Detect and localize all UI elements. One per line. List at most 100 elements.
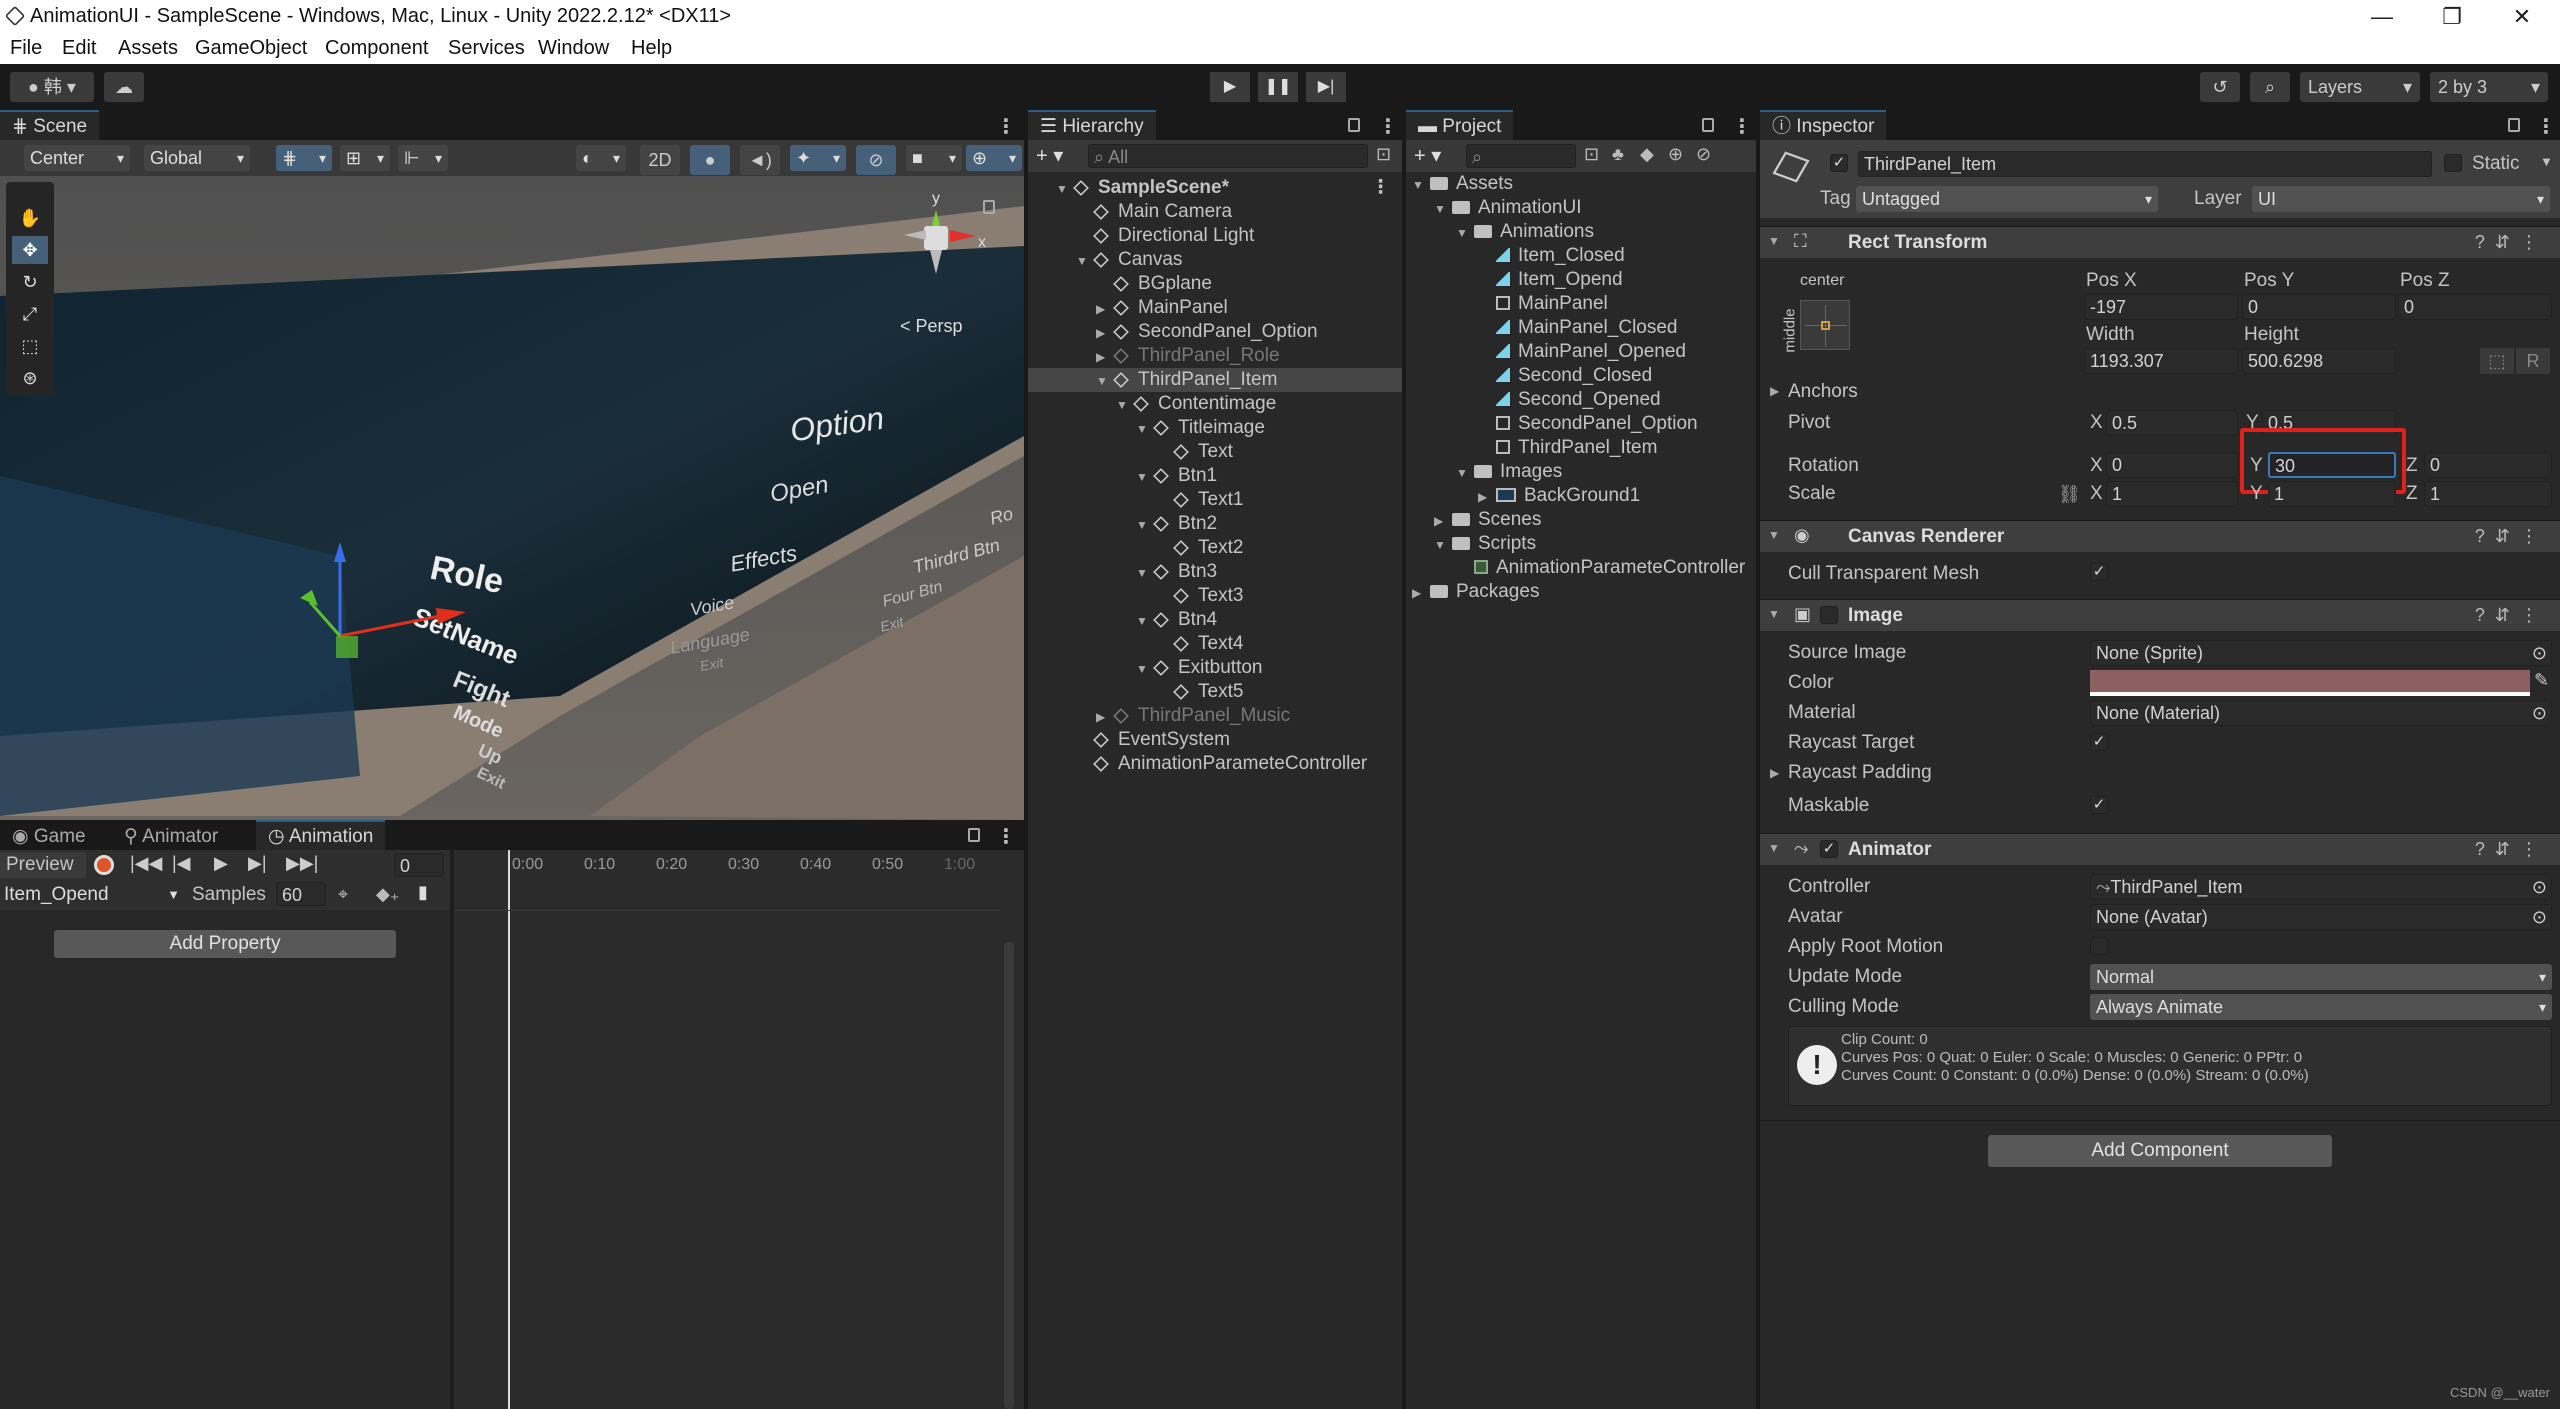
color-swatch[interactable] bbox=[2090, 670, 2530, 696]
avatar-field[interactable]: None (Avatar) ⊙ bbox=[2090, 904, 2552, 930]
camera-dropdown[interactable]: ■ bbox=[906, 145, 962, 171]
prev-frame-button[interactable]: |◀ bbox=[172, 853, 191, 874]
hierarchy-item[interactable]: BGplane bbox=[1028, 272, 1402, 296]
rotation-x-field[interactable]: 0 bbox=[2106, 452, 2238, 478]
hidden-packages-icon[interactable]: ⊘ bbox=[1696, 144, 1711, 165]
project-item[interactable]: MainPanel_Opened bbox=[1406, 340, 1756, 364]
menu-component[interactable]: Component bbox=[325, 37, 428, 60]
expand-arrow-icon[interactable]: ▶ bbox=[1096, 345, 1114, 369]
project-item[interactable]: ▶ Scenes bbox=[1406, 508, 1756, 532]
hierarchy-item[interactable]: Text1 bbox=[1028, 488, 1402, 512]
grid-snap-dropdown[interactable]: ⋕ bbox=[276, 145, 332, 171]
record-button[interactable] bbox=[94, 855, 114, 875]
raycast-padding-fold-icon[interactable]: ▶ bbox=[1770, 766, 1779, 780]
project-item[interactable]: Second_Closed bbox=[1406, 364, 1756, 388]
hierarchy-item[interactable]: Text3 bbox=[1028, 584, 1402, 608]
perspective-label[interactable]: < Persp bbox=[900, 316, 963, 337]
animation-menu-icon[interactable]: ⋮ bbox=[996, 824, 1016, 849]
menu-assets[interactable]: Assets bbox=[118, 37, 178, 60]
playhead[interactable] bbox=[508, 850, 510, 1409]
expand-arrow-icon[interactable]: ▶ bbox=[1096, 297, 1114, 321]
cloud-button[interactable]: ☁ bbox=[104, 72, 144, 102]
play-button[interactable]: ▶ bbox=[1210, 72, 1250, 102]
scene-options-icon[interactable]: ⋮ bbox=[1371, 176, 1390, 200]
move-tool-icon[interactable]: ✥ bbox=[12, 236, 48, 264]
blueprint-mode-button[interactable]: ⬚ bbox=[2480, 348, 2514, 374]
transform-tool-icon[interactable]: ⊛ bbox=[12, 364, 48, 392]
anchors-fold-icon[interactable]: ▶ bbox=[1770, 384, 1779, 398]
hierarchy-item[interactable]: ▼ Titleimage bbox=[1028, 416, 1402, 440]
scale-tool-icon[interactable]: ⤢ bbox=[12, 300, 48, 328]
project-item[interactable]: MainPanel_Closed bbox=[1406, 316, 1756, 340]
expand-arrow-icon[interactable]: ▼ bbox=[1434, 533, 1452, 557]
expand-arrow-icon[interactable]: ▶ bbox=[1478, 485, 1496, 509]
pos-y-field[interactable]: 0 bbox=[2242, 294, 2396, 320]
layers-dropdown[interactable]: Layers ▾ bbox=[2300, 72, 2420, 102]
expand-arrow-icon[interactable]: ▼ bbox=[1136, 609, 1154, 633]
expand-arrow-icon[interactable]: ▶ bbox=[1412, 581, 1430, 605]
hierarchy-lock-icon[interactable] bbox=[1348, 118, 1360, 132]
maskable-checkbox[interactable]: ✓ bbox=[2090, 796, 2108, 814]
expand-arrow-icon[interactable]: ▶ bbox=[1096, 321, 1114, 345]
hierarchy-item[interactable]: Text2 bbox=[1028, 536, 1402, 560]
fold-arrow-icon[interactable]: ▼ bbox=[1768, 841, 1780, 855]
hierarchy-item[interactable]: ▼ Btn3 bbox=[1028, 560, 1402, 584]
add-keyframe-icon[interactable]: ◆₊ bbox=[376, 884, 399, 905]
tab-hierarchy[interactable]: ☰ Hierarchy bbox=[1028, 110, 1156, 140]
hierarchy-item[interactable]: Text4 bbox=[1028, 632, 1402, 656]
source-image-field[interactable]: None (Sprite) ⊙ bbox=[2090, 640, 2552, 666]
hierarchy-item[interactable]: Main Camera bbox=[1028, 200, 1402, 224]
object-picker-icon[interactable]: ⊙ bbox=[2532, 701, 2547, 725]
move-gizmo[interactable] bbox=[290, 536, 490, 676]
fold-arrow-icon[interactable]: ▼ bbox=[1768, 234, 1780, 248]
create-dropdown[interactable]: + ▾ bbox=[1036, 143, 1063, 168]
add-event-icon[interactable]: ▮ bbox=[418, 882, 428, 903]
play-animation-button[interactable]: ▶ bbox=[214, 853, 228, 874]
pause-button[interactable]: ❚❚ bbox=[1258, 72, 1298, 102]
scene-menu-icon[interactable]: ⋮ bbox=[996, 114, 1016, 139]
project-lock-icon[interactable] bbox=[1702, 118, 1714, 132]
static-checkbox[interactable] bbox=[2444, 154, 2462, 172]
label-filter-icon[interactable]: ◆ bbox=[1640, 144, 1654, 165]
audio-toggle[interactable]: ◄) bbox=[740, 145, 780, 175]
expand-arrow-icon[interactable]: ▼ bbox=[1136, 561, 1154, 585]
expand-arrow-icon[interactable]: ▼ bbox=[1412, 173, 1430, 197]
add-component-button[interactable]: Add Component bbox=[1988, 1135, 2332, 1167]
project-item[interactable]: Item_Opend bbox=[1406, 268, 1756, 292]
menu-edit[interactable]: Edit bbox=[62, 37, 96, 60]
timeline[interactable]: 0:00 0:10 0:20 0:30 0:40 0:50 1:00 bbox=[454, 850, 1024, 1409]
hierarchy-menu-icon[interactable]: ⋮ bbox=[1378, 114, 1398, 139]
anchors-label[interactable]: Anchors bbox=[1788, 381, 1858, 403]
expand-arrow-icon[interactable]: ▼ bbox=[1456, 221, 1474, 245]
step-button[interactable]: ▶| bbox=[1306, 72, 1346, 102]
hierarchy-item[interactable]: ▼ Contentimage bbox=[1028, 392, 1402, 416]
scene-viewport[interactable]: Option Open Effects Role SetName Fight M… bbox=[0, 176, 1024, 820]
expand-arrow-icon[interactable]: ▼ bbox=[1136, 513, 1154, 537]
hierarchy-item[interactable]: ▼ Exitbutton bbox=[1028, 656, 1402, 680]
project-item[interactable]: ▶ Packages bbox=[1406, 580, 1756, 604]
clip-dropdown[interactable]: Item_Opend ▼ bbox=[0, 882, 184, 908]
material-field[interactable]: None (Material) ⊙ bbox=[2090, 700, 2552, 726]
expand-arrow-icon[interactable]: ▼ bbox=[1116, 393, 1134, 417]
effects-dropdown[interactable]: ✦ bbox=[790, 145, 846, 171]
maximize-button[interactable]: ❐ bbox=[2430, 2, 2474, 32]
lighting-toggle[interactable]: ● bbox=[690, 145, 730, 175]
scale-y-field[interactable]: 1 bbox=[2268, 481, 2396, 507]
next-frame-button[interactable]: ▶| bbox=[248, 853, 267, 874]
inspector-menu-icon[interactable]: ⋮ bbox=[2536, 114, 2556, 139]
hierarchy-item[interactable]: ▼ Btn1 bbox=[1028, 464, 1402, 488]
culling-mode-dropdown[interactable]: Always Animate bbox=[2090, 994, 2552, 1020]
pos-x-field[interactable]: -197 bbox=[2084, 294, 2238, 320]
object-picker-icon[interactable]: ⊙ bbox=[2532, 905, 2547, 929]
hierarchy-item[interactable]: ▼ Btn2 bbox=[1028, 512, 1402, 536]
rotation-z-field[interactable]: 0 bbox=[2424, 452, 2552, 478]
object-picker-icon[interactable]: ⊙ bbox=[2532, 875, 2547, 899]
search-by-type-icon[interactable]: ⊡ bbox=[1376, 144, 1391, 165]
controller-field[interactable]: ⤳ThirdPanel_Item ⊙ bbox=[2090, 874, 2552, 900]
update-mode-dropdown[interactable]: Normal bbox=[2090, 964, 2552, 990]
search-button[interactable]: ⌕ bbox=[2250, 72, 2290, 102]
animator-enabled-checkbox[interactable]: ✓ bbox=[1820, 840, 1838, 858]
expand-arrow-icon[interactable]: ▼ bbox=[1136, 657, 1154, 681]
tab-animation[interactable]: ◷ Animation bbox=[256, 820, 386, 850]
hierarchy-item[interactable]: ▶ ThirdPanel_Role bbox=[1028, 344, 1402, 368]
